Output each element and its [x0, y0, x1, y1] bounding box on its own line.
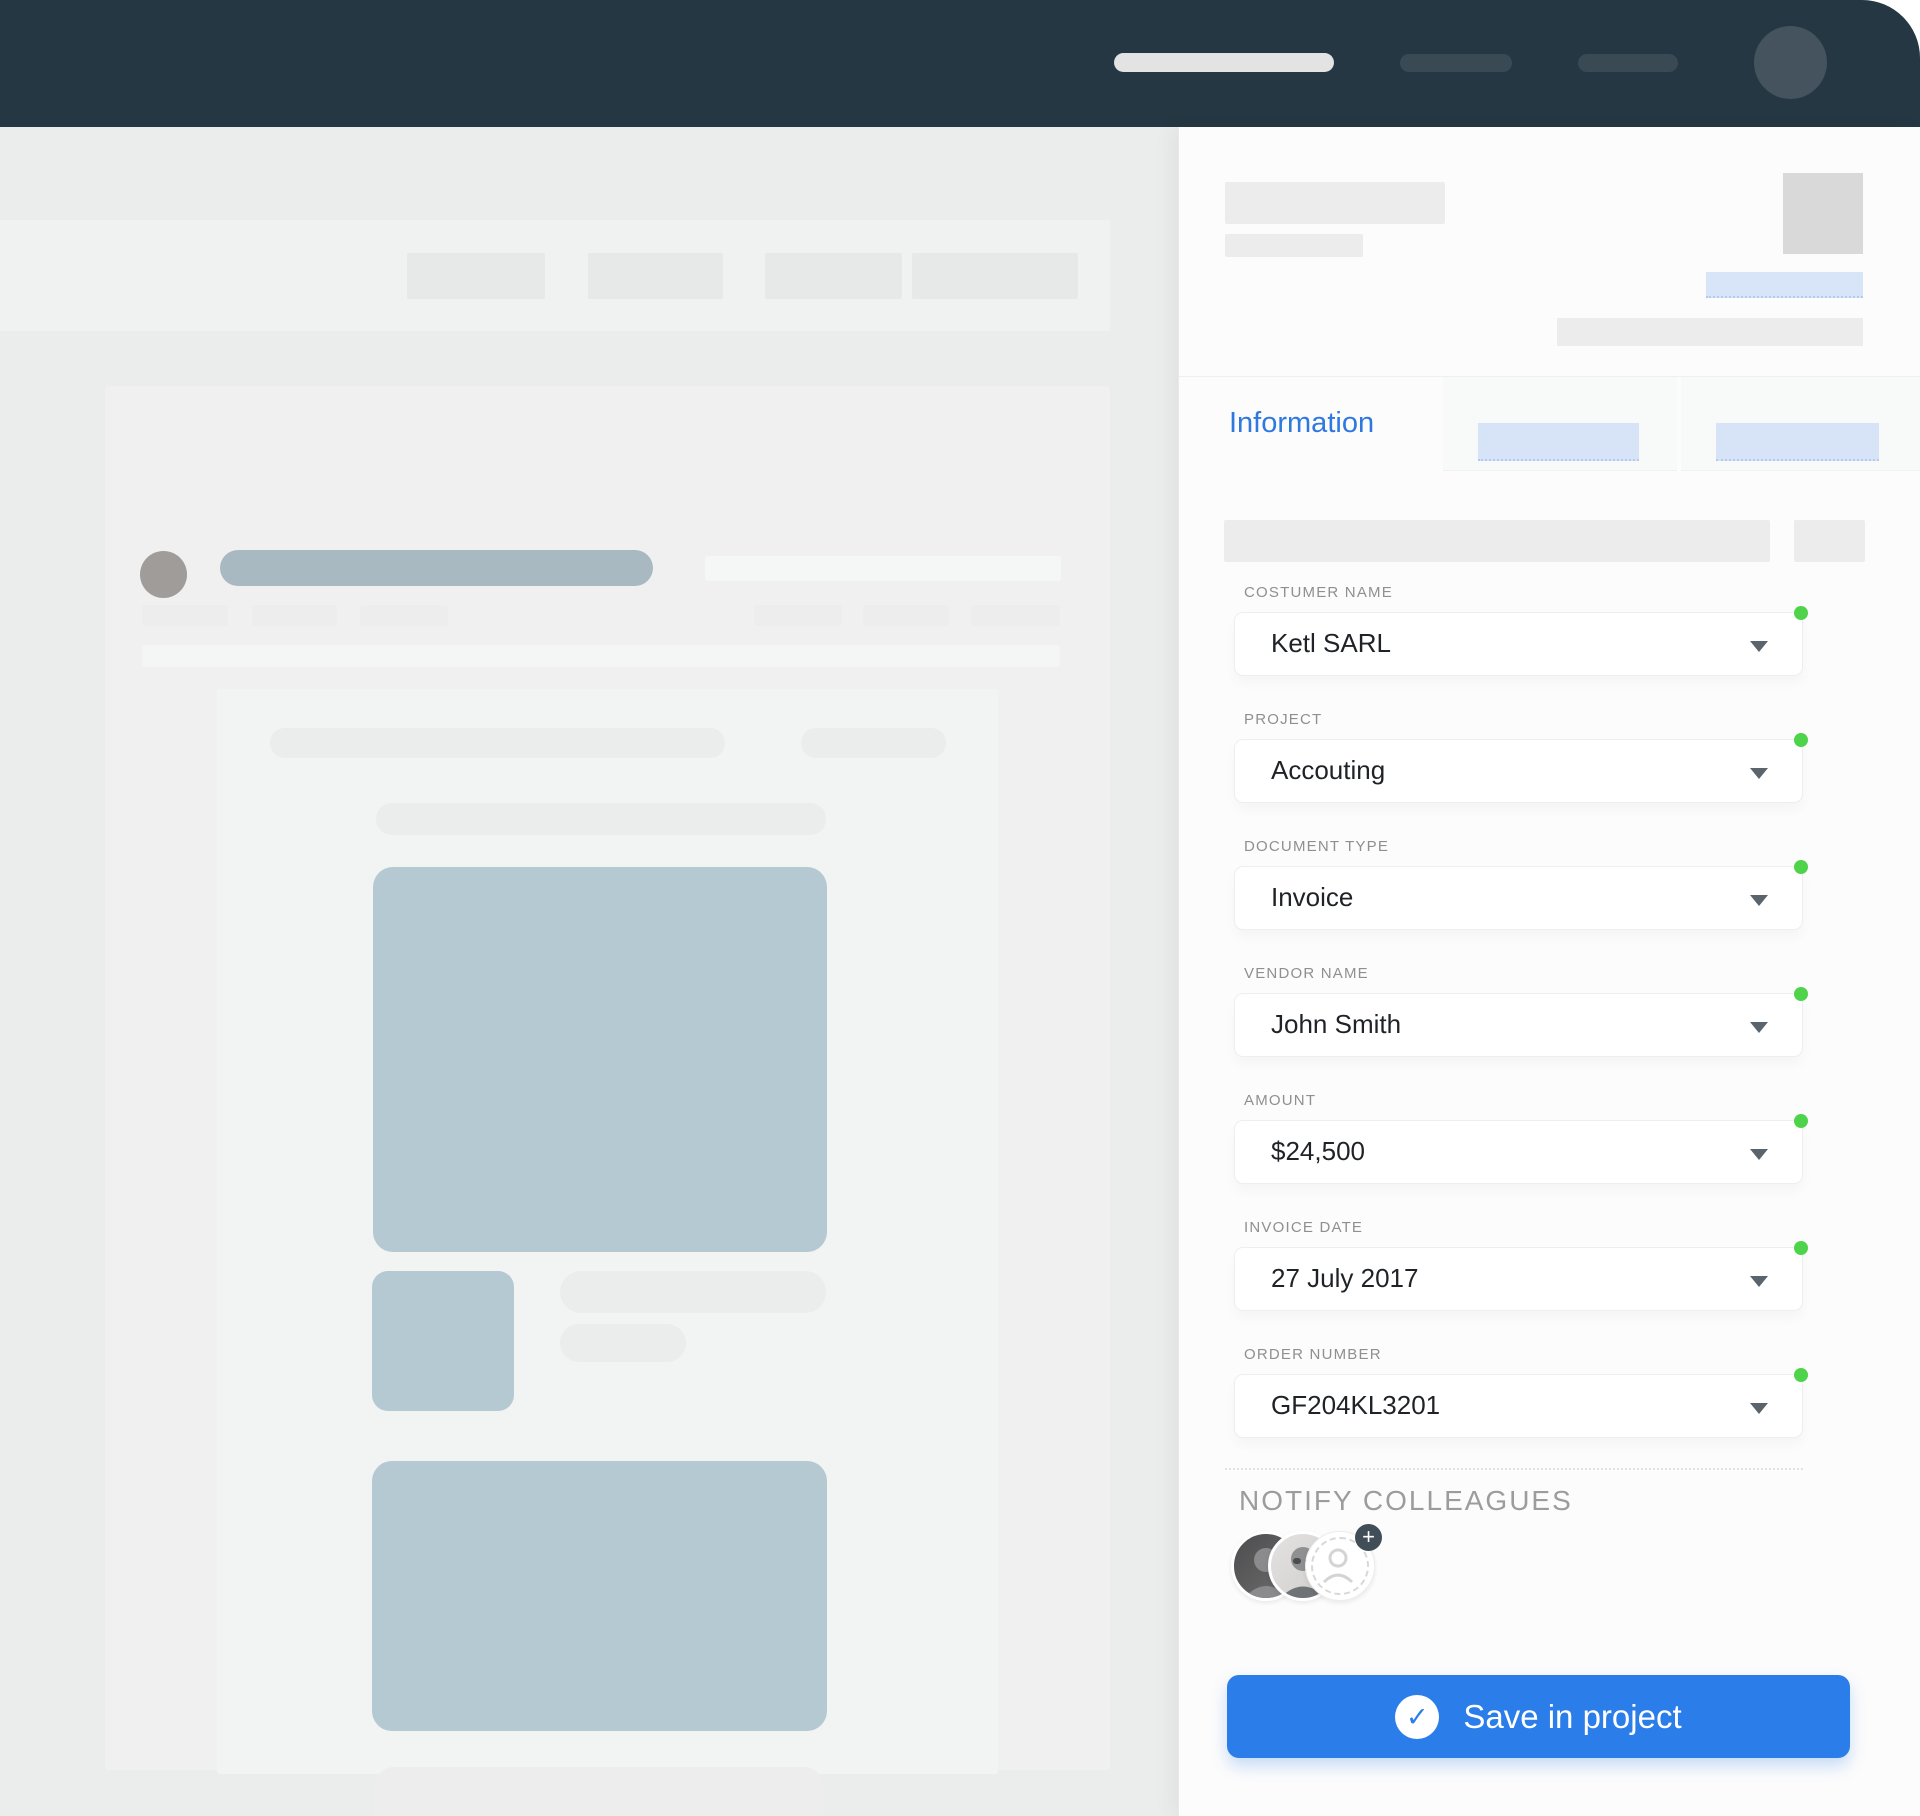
document-meta-placeholder: [971, 605, 1060, 626]
toolbar-placeholder: [912, 253, 1078, 299]
field-label: VENDOR NAME: [1234, 965, 1858, 982]
tab-placeholder-3[interactable]: [1681, 377, 1920, 471]
header-subtitle-placeholder: [1225, 234, 1363, 257]
vendor-name-select[interactable]: John Smith: [1234, 993, 1803, 1057]
invoice-date-select[interactable]: 27 July 2017: [1234, 1247, 1803, 1311]
document-line-placeholder: [142, 645, 1060, 667]
valid-indicator-dot: [1794, 606, 1808, 620]
nav-item-active-placeholder[interactable]: [1114, 53, 1334, 72]
order-number-select[interactable]: GF204KL3201: [1234, 1374, 1803, 1438]
field-label: INVOICE DATE: [1234, 1219, 1858, 1236]
save-in-project-button[interactable]: ✓ Save in project: [1227, 1675, 1850, 1758]
field-label: DOCUMENT TYPE: [1234, 838, 1858, 855]
document-meta-placeholder: [252, 605, 337, 626]
valid-indicator-dot: [1794, 1368, 1808, 1382]
form-group-customer-name: COSTUMER NAME Ketl SARL: [1234, 584, 1858, 704]
panel-tabs: Information: [1179, 377, 1920, 471]
tab-label-placeholder: [1478, 423, 1639, 461]
form-group-document-type: DOCUMENT TYPE Invoice: [1234, 838, 1858, 958]
chevron-down-icon: [1750, 895, 1768, 906]
chevron-down-icon: [1750, 1276, 1768, 1287]
add-colleague-button[interactable]: +: [1305, 1531, 1375, 1601]
chevron-down-icon: [1750, 768, 1768, 779]
document-title-placeholder: [220, 550, 653, 586]
panel-header: [1179, 127, 1920, 377]
image-block-placeholder: [373, 867, 827, 1252]
notify-colleagues-heading: NOTIFY COLLEAGUES: [1239, 1485, 1573, 1517]
customer-name-select[interactable]: Ketl SARL: [1234, 612, 1803, 676]
field-label: COSTUMER NAME: [1234, 584, 1858, 601]
project-value: Accouting: [1271, 755, 1385, 786]
toolbar-placeholder: [407, 253, 545, 299]
image-block-placeholder: [372, 1461, 827, 1731]
document-type-select[interactable]: Invoice: [1234, 866, 1803, 930]
section-divider: [1225, 1468, 1803, 1470]
field-label: AMOUNT: [1234, 1092, 1858, 1109]
text-block-placeholder: [374, 1767, 824, 1816]
form-group-vendor-name: VENDOR NAME John Smith: [1234, 965, 1858, 1085]
chevron-down-icon: [1750, 641, 1768, 652]
header-line-placeholder: [1557, 318, 1863, 346]
progress-bar-placeholder: [1224, 520, 1770, 562]
save-button-label: Save in project: [1463, 1698, 1681, 1736]
tab-placeholder-2[interactable]: [1443, 377, 1677, 471]
chevron-down-icon: [1750, 1022, 1768, 1033]
document-line-placeholder: [705, 556, 1061, 581]
document-meta-placeholder: [142, 605, 228, 626]
plus-icon: +: [1355, 1524, 1382, 1551]
toolbar-placeholder: [765, 253, 902, 299]
amount-value: $24,500: [1271, 1136, 1365, 1167]
document-toolbar: [0, 220, 1110, 331]
header-title-placeholder: [1225, 182, 1445, 224]
project-select[interactable]: Accouting: [1234, 739, 1803, 803]
order-number-value: GF204KL3201: [1271, 1390, 1440, 1421]
customer-name-value: Ketl SARL: [1271, 628, 1391, 659]
tab-information[interactable]: Information: [1179, 377, 1439, 471]
amount-select[interactable]: $24,500: [1234, 1120, 1803, 1184]
top-navigation-bar: [0, 0, 1920, 127]
toolbar-placeholder: [588, 253, 723, 299]
text-line-placeholder: [376, 803, 826, 835]
nav-item-placeholder[interactable]: [1400, 54, 1512, 72]
field-label: PROJECT: [1234, 711, 1858, 728]
document-type-value: Invoice: [1271, 882, 1353, 913]
valid-indicator-dot: [1794, 987, 1808, 1001]
chevron-down-icon: [1750, 1403, 1768, 1414]
tab-information-label: Information: [1229, 407, 1374, 440]
valid-indicator-dot: [1794, 860, 1808, 874]
progress-value-placeholder: [1794, 520, 1865, 562]
valid-indicator-dot: [1794, 733, 1808, 747]
invoice-date-value: 27 July 2017: [1271, 1263, 1418, 1294]
header-thumbnail-placeholder: [1783, 173, 1863, 254]
document-workspace: [0, 127, 1178, 1816]
header-link-placeholder[interactable]: [1706, 272, 1863, 298]
form-group-order-number: ORDER NUMBER GF204KL3201: [1234, 1346, 1858, 1466]
tab-label-placeholder: [1716, 423, 1879, 461]
text-line-placeholder: [560, 1324, 686, 1362]
document-meta-placeholder: [360, 605, 448, 626]
valid-indicator-dot: [1794, 1241, 1808, 1255]
text-line-placeholder: [270, 728, 725, 758]
text-line-placeholder: [560, 1271, 826, 1313]
document-page-preview: [105, 386, 1110, 1770]
form-group-invoice-date: INVOICE DATE 27 July 2017: [1234, 1219, 1858, 1339]
user-avatar[interactable]: [1754, 26, 1827, 99]
check-circle-icon: ✓: [1395, 1695, 1439, 1739]
document-meta-placeholder: [754, 605, 842, 626]
details-side-panel: Information COSTUMER NAME Ketl SARL PROJ…: [1178, 127, 1920, 1816]
thumbnail-placeholder: [372, 1271, 514, 1411]
form-group-amount: AMOUNT $24,500: [1234, 1092, 1858, 1212]
app-window: Information COSTUMER NAME Ketl SARL PROJ…: [0, 0, 1920, 1816]
document-avatar-placeholder: [140, 551, 187, 598]
field-label: ORDER NUMBER: [1234, 1346, 1858, 1363]
text-line-placeholder: [801, 728, 946, 758]
document-body: [217, 689, 998, 1774]
chevron-down-icon: [1750, 1149, 1768, 1160]
nav-item-placeholder[interactable]: [1578, 54, 1678, 72]
valid-indicator-dot: [1794, 1114, 1808, 1128]
document-meta-placeholder: [863, 605, 949, 626]
vendor-name-value: John Smith: [1271, 1009, 1401, 1040]
form-group-project: PROJECT Accouting: [1234, 711, 1858, 831]
